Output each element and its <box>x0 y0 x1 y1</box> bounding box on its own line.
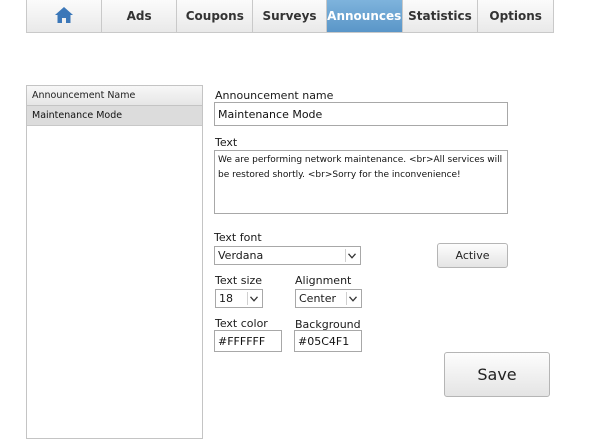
tab-surveys[interactable]: Surveys <box>253 0 327 32</box>
text-label: Text <box>215 136 238 149</box>
announcement-name-input[interactable]: Maintenance Mode <box>214 102 508 126</box>
text-size-label: Text size <box>215 274 263 287</box>
main-tab-bar: Ads Coupons Surveys Announces Statistics… <box>26 0 554 33</box>
tab-ads[interactable]: Ads <box>102 0 178 32</box>
tab-coupons[interactable]: Coupons <box>177 0 254 32</box>
announcement-name-label: Announcement name <box>215 89 334 102</box>
tab-home[interactable] <box>27 0 102 32</box>
text-font-value: Verdana <box>218 249 264 262</box>
chevron-down-icon <box>247 292 260 305</box>
list-item-maintenance-mode[interactable]: Maintenance Mode <box>27 106 202 126</box>
text-size-value: 18 <box>219 292 233 305</box>
chevron-down-icon <box>346 292 359 305</box>
alignment-select[interactable]: Center <box>295 289 362 308</box>
text-font-label: Text font <box>214 231 262 244</box>
alignment-value: Center <box>299 292 337 305</box>
text-font-select[interactable]: Verdana <box>214 246 361 265</box>
tab-announces[interactable]: Announces <box>326 0 403 32</box>
list-header: Announcement Name <box>27 86 202 106</box>
text-textarea[interactable]: We are performing network maintenance. <… <box>214 150 508 214</box>
tab-statistics[interactable]: Statistics <box>403 0 479 32</box>
background-color-input[interactable]: #05C4F1 <box>294 330 362 352</box>
home-icon <box>54 6 74 27</box>
save-button[interactable]: Save <box>444 352 550 397</box>
text-color-input[interactable]: #FFFFFF <box>214 330 282 352</box>
tab-options[interactable]: Options <box>478 0 553 32</box>
chevron-down-icon <box>345 249 358 262</box>
text-size-select[interactable]: 18 <box>215 289 263 308</box>
alignment-label: Alignment <box>295 274 352 287</box>
announcement-list: Announcement Name Maintenance Mode <box>26 85 203 439</box>
text-color-label: Text color <box>215 317 268 330</box>
active-button[interactable]: Active <box>437 243 508 268</box>
